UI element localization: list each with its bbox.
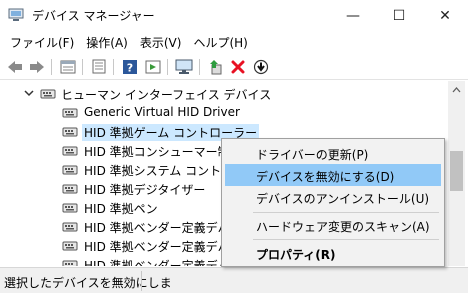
minimize-button[interactable]: — [330,0,376,31]
window-title: デバイス マネージャー [32,9,155,23]
tree-device-label: HID 準拠ベンダー定義デバイ [84,240,242,254]
menu-help[interactable]: ヘルプ(H) [187,34,253,51]
tree-device-label: HID 準拠ベンダー定義デバイ [84,259,242,266]
menu-properties-label: プロパティ(R) [256,248,336,262]
menu-uninstall-device[interactable]: デバイスのアンインストール(U) [225,186,441,208]
menu-uninstall-device-label: デバイスのアンインストール(U) [256,192,430,206]
svg-text:?: ? [127,61,133,74]
vertical-scrollbar[interactable] [448,81,465,266]
status-text: 選択したデバイスを無効にしま [4,276,172,290]
chevron-down-icon[interactable] [23,87,35,99]
tree-device-item[interactable]: Generic Virtual HID Driver [0,103,448,122]
menu-properties[interactable]: プロパティ(R) [225,242,441,264]
hid-device-icon [62,203,78,213]
properties-icon[interactable] [58,57,78,76]
menu-scan-hardware[interactable]: ハードウェア変更のスキャン(A) [225,214,441,236]
tree-category-label: ヒューマン インターフェイス デバイス [61,88,272,102]
hid-device-icon [62,222,78,232]
hid-device-icon [62,127,78,137]
help-icon[interactable]: ? [120,57,140,76]
toolbar: ? [0,53,468,80]
scroll-thumb[interactable] [450,151,463,191]
menu-scan-hardware-label: ハードウェア変更のスキャン(A) [256,220,430,234]
hid-device-icon [62,241,78,251]
menu-separator [253,239,439,240]
tree-category-hid[interactable]: ヒューマン インターフェイス デバイス [0,84,448,103]
tree-device-label: HID 準拠ベンダー定義デバイ [84,221,242,235]
device-manager-icon [8,8,24,21]
hid-device-icon [62,260,78,266]
toolbar-separator [199,59,200,75]
toolbar-separator [113,59,114,75]
menu-update-driver-label: ドライバーの更新(P) [256,148,369,162]
title-bar: デバイス マネージャー — ☐ ✕ [0,0,468,31]
menu-action[interactable]: 操作(A) [80,34,134,51]
close-button[interactable]: ✕ [422,0,468,31]
hid-category-icon [40,89,56,99]
context-menu: ドライバーの更新(P) デバイスを無効にする(D) デバイスのアンインストール(… [221,138,445,267]
hid-device-icon [62,184,78,194]
status-bar: 選択したデバイスを無効にしま [0,267,468,293]
tree-device-label: Generic Virtual HID Driver [84,105,240,119]
uninstall-x-icon[interactable] [228,57,248,76]
forward-arrow-icon[interactable] [27,57,47,76]
disable-device-icon[interactable] [251,57,271,76]
show-hidden-icon[interactable] [143,57,163,76]
menu-view[interactable]: 表示(V) [134,34,188,51]
hid-device-icon [62,108,78,118]
tree-device-label: HID 準拠デジタイザー [84,183,206,197]
back-arrow-icon[interactable] [5,57,25,76]
maximize-button[interactable]: ☐ [376,0,422,31]
toolbar-separator [167,59,168,75]
menu-update-driver[interactable]: ドライバーの更新(P) [225,142,441,164]
hid-device-icon [62,165,78,175]
status-separator [141,271,142,291]
update-driver-icon[interactable] [206,57,226,76]
menu-bar: ファイル(F) 操作(A) 表示(V) ヘルプ(H) [0,31,468,53]
menu-separator [253,212,439,213]
menu-disable-device[interactable]: デバイスを無効にする(D) [225,164,441,186]
monitor-icon[interactable] [174,57,194,76]
tree-device-label: HID 準拠ペン [84,202,158,216]
menu-file[interactable]: ファイル(F) [4,34,80,51]
toolbar-separator [82,59,83,75]
menu-disable-device-label: デバイスを無効にする(D) [256,170,395,184]
toolbar-separator [51,59,52,75]
scroll-up-icon[interactable] [448,81,465,98]
view-icon[interactable] [89,57,109,76]
hid-device-icon [62,146,78,156]
